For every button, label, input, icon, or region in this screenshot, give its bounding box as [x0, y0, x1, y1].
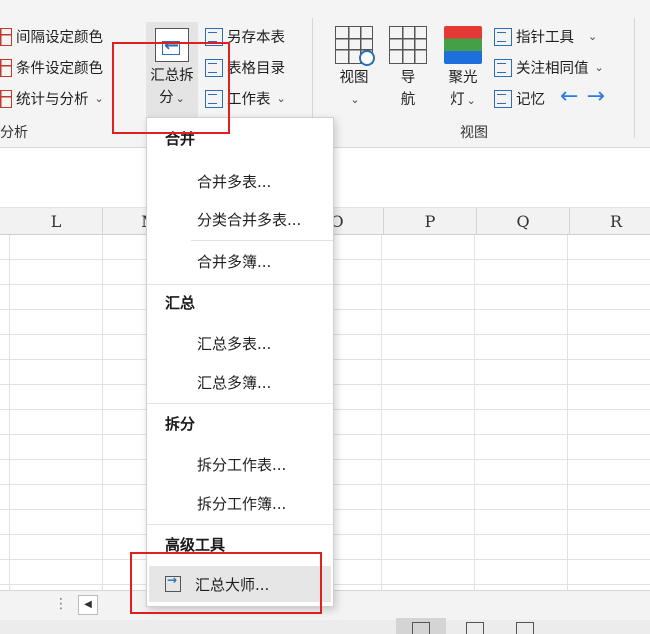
summarize-split-menu: 合并 合并多表... 分类合并多表... 合并多簿... 汇总 汇总多表... …: [146, 117, 334, 607]
chevron-down-icon: ⌄: [175, 92, 185, 105]
column-header-P[interactable]: P: [384, 208, 477, 235]
spotlight-label: 聚光: [448, 70, 478, 86]
menu-item-merge-sheets[interactable]: 合并多表...: [197, 171, 271, 192]
column-header-R[interactable]: R: [570, 208, 650, 235]
navigation-table-icon: [389, 26, 427, 64]
merge-table-icon: [155, 28, 189, 62]
grid-icon: [0, 27, 12, 46]
column-header-Q[interactable]: Q: [477, 208, 570, 235]
memo-button[interactable]: 记忆: [494, 88, 545, 109]
spotlight-icon: [444, 26, 482, 64]
memo-icon: [494, 89, 512, 108]
summarize-split-label-2: 分: [159, 90, 174, 106]
focus-same-value-label: 关注相同值: [516, 61, 589, 77]
menu-divider: [147, 403, 333, 404]
worksheet-button[interactable]: 工作表 ⌄: [205, 88, 286, 109]
menu-divider: [147, 524, 333, 525]
summarize-split-button[interactable]: 汇总拆 分⌄: [146, 22, 198, 118]
page-layout-icon[interactable]: [466, 622, 484, 634]
summarize-master-label: 汇总大师...: [195, 576, 270, 594]
spotlight-button[interactable]: 聚光 灯 ⌄: [440, 26, 486, 112]
table-directory-button[interactable]: 表格目录: [205, 57, 285, 78]
view-button[interactable]: 视图 ⌄: [332, 26, 376, 111]
save-table-label: 另存本表: [227, 30, 285, 46]
view-table-icon: [335, 26, 375, 66]
normal-view-icon[interactable]: [412, 622, 430, 634]
navigation-button[interactable]: 导 航: [388, 26, 428, 111]
view-group-label: 视图: [460, 125, 488, 141]
worksheet-icon: [205, 89, 223, 108]
save-table-icon: [205, 27, 223, 46]
nav-arrows: ←→: [560, 84, 613, 109]
back-arrow-icon[interactable]: ←: [560, 84, 586, 109]
chevron-down-icon: ⌄: [594, 61, 604, 74]
menu-item-summarize-sheets[interactable]: 汇总多表...: [197, 333, 271, 354]
group-divider: [634, 18, 635, 138]
chevron-down-icon: ⌄: [276, 92, 286, 105]
summarize-master-icon: [165, 573, 181, 592]
save-table-button[interactable]: 另存本表: [205, 26, 285, 47]
table-directory-icon: [205, 58, 223, 77]
chevron-down-icon: ⌄: [466, 94, 476, 107]
pointer-tool-label: 指针工具: [516, 30, 574, 46]
menu-divider: [191, 240, 333, 241]
menu-item-category-merge-sheets[interactable]: 分类合并多表...: [197, 209, 301, 230]
sheet-scroll-left-button[interactable]: ◀: [78, 595, 98, 615]
chevron-down-icon: ⌄: [94, 92, 104, 105]
analysis-group-label: 分析: [0, 125, 28, 141]
more-icon[interactable]: ⋮: [54, 596, 68, 612]
pointer-tool-button[interactable]: 指针工具 ⌄: [494, 26, 597, 47]
menu-item-summarize-workbooks[interactable]: 汇总多簿...: [197, 372, 271, 393]
interval-color-button[interactable]: 间隔设定颜色: [0, 26, 103, 47]
table-directory-label: 表格目录: [227, 61, 285, 77]
memo-label: 记忆: [516, 92, 545, 108]
stats-analysis-label: 统计与分析: [16, 92, 89, 108]
worksheet-label: 工作表: [227, 92, 271, 108]
summarize-split-label: 汇总拆: [150, 68, 194, 84]
page-break-icon[interactable]: [516, 622, 534, 634]
condition-color-label: 条件设定颜色: [16, 61, 103, 77]
focus-icon: [494, 58, 512, 77]
menu-divider: [147, 284, 333, 285]
spotlight-label-2: 灯: [450, 92, 465, 108]
menu-section-summarize: 汇总: [165, 294, 196, 312]
navigation-label-2: 航: [400, 92, 416, 108]
focus-same-value-button[interactable]: 关注相同值 ⌄: [494, 57, 604, 78]
menu-section-advanced-tools: 高级工具: [165, 536, 226, 554]
menu-item-merge-workbooks[interactable]: 合并多簿...: [197, 251, 271, 272]
condition-color-button[interactable]: 条件设定颜色: [0, 57, 103, 78]
view-label: 视图: [339, 70, 369, 86]
stats-analysis-button[interactable]: 统计与分析 ⌄: [0, 88, 104, 109]
column-header-L[interactable]: L: [10, 208, 103, 235]
status-bar: [0, 620, 650, 634]
menu-item-summarize-master[interactable]: 汇总大师...: [149, 566, 331, 602]
chevron-down-icon: ⌄: [588, 30, 598, 43]
menu-section-merge: 合并: [165, 130, 196, 148]
grid-icon: [0, 89, 12, 108]
interval-color-label: 间隔设定颜色: [16, 30, 103, 46]
pointer-tool-icon: [494, 27, 512, 46]
menu-item-split-worksheet[interactable]: 拆分工作表...: [197, 454, 286, 475]
navigation-label: 导: [400, 70, 416, 86]
chevron-down-icon: ⌄: [350, 93, 360, 106]
forward-arrow-icon[interactable]: →: [586, 84, 612, 109]
menu-section-split: 拆分: [165, 415, 196, 433]
menu-item-split-workbook[interactable]: 拆分工作簿...: [197, 493, 286, 514]
grid-icon: [0, 58, 12, 77]
